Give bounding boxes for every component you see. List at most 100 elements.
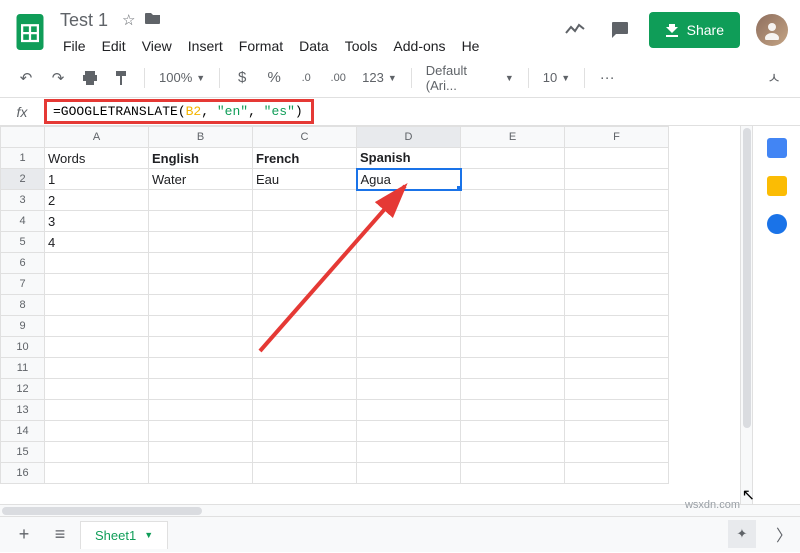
cell[interactable] xyxy=(45,316,149,337)
more-toolbar-icon[interactable]: ··· xyxy=(593,64,621,92)
cell[interactable] xyxy=(357,232,461,253)
cell[interactable] xyxy=(461,190,565,211)
formula-input[interactable]: =GOOGLETRANSLATE(B2, "en", "es") xyxy=(44,99,314,124)
row-header[interactable]: 1 xyxy=(1,148,45,169)
cell[interactable]: 3 xyxy=(45,211,149,232)
cell[interactable] xyxy=(149,190,253,211)
row-header[interactable]: 12 xyxy=(1,379,45,400)
row-header[interactable]: 4 xyxy=(1,211,45,232)
cell[interactable] xyxy=(357,358,461,379)
increase-decimal-button[interactable]: .00 xyxy=(324,64,352,92)
menu-edit[interactable]: Edit xyxy=(95,34,133,58)
cell[interactable] xyxy=(149,211,253,232)
cell[interactable] xyxy=(45,358,149,379)
redo-icon[interactable]: ↷ xyxy=(44,64,72,92)
cell[interactable] xyxy=(461,337,565,358)
row-header[interactable]: 9 xyxy=(1,316,45,337)
fontsize-dropdown[interactable]: 10▼ xyxy=(537,68,576,87)
activity-icon[interactable] xyxy=(561,16,589,44)
cell[interactable] xyxy=(253,463,357,484)
cell[interactable] xyxy=(253,400,357,421)
cell[interactable] xyxy=(253,421,357,442)
collapse-toolbar-icon[interactable]: ㅅ xyxy=(760,64,788,92)
cell[interactable] xyxy=(149,295,253,316)
cell[interactable] xyxy=(357,379,461,400)
tasks-addon-icon[interactable] xyxy=(767,214,787,234)
cell[interactable] xyxy=(253,232,357,253)
cell[interactable] xyxy=(565,148,669,169)
row-header[interactable]: 8 xyxy=(1,295,45,316)
add-sheet-button[interactable]: + xyxy=(8,521,40,549)
explore-button[interactable]: ✦ xyxy=(728,520,756,548)
paint-format-icon[interactable] xyxy=(108,64,136,92)
cell[interactable] xyxy=(253,211,357,232)
cell[interactable] xyxy=(149,463,253,484)
print-icon[interactable] xyxy=(76,64,104,92)
col-header-F[interactable]: F xyxy=(565,127,669,148)
cell[interactable] xyxy=(357,190,461,211)
menu-view[interactable]: View xyxy=(135,34,179,58)
cell[interactable] xyxy=(461,232,565,253)
cell[interactable] xyxy=(357,400,461,421)
menu-help[interactable]: He xyxy=(455,34,487,58)
cell[interactable]: Words xyxy=(45,148,149,169)
sidepanel-toggle-icon[interactable]: 〉 xyxy=(776,522,792,546)
percent-button[interactable]: % xyxy=(260,64,288,92)
spreadsheet-grid[interactable]: A B C D E F 1WordsEnglishFrenchSpanish 2… xyxy=(0,126,740,504)
cell[interactable] xyxy=(149,316,253,337)
cell[interactable]: English xyxy=(149,148,253,169)
cell[interactable] xyxy=(45,442,149,463)
col-header-E[interactable]: E xyxy=(461,127,565,148)
cell[interactable] xyxy=(461,400,565,421)
cell[interactable] xyxy=(461,274,565,295)
row-header[interactable]: 13 xyxy=(1,400,45,421)
cell[interactable] xyxy=(565,421,669,442)
menu-tools[interactable]: Tools xyxy=(338,34,385,58)
row-header[interactable]: 5 xyxy=(1,232,45,253)
col-header-C[interactable]: C xyxy=(253,127,357,148)
cell[interactable] xyxy=(45,379,149,400)
cell[interactable] xyxy=(461,442,565,463)
all-sheets-button[interactable]: ≡ xyxy=(44,521,76,549)
cell[interactable] xyxy=(357,421,461,442)
sheet-tab-menu-icon[interactable]: ▼ xyxy=(144,530,153,540)
cell[interactable] xyxy=(357,253,461,274)
row-header[interactable]: 16 xyxy=(1,463,45,484)
cell[interactable] xyxy=(565,295,669,316)
row-header[interactable]: 14 xyxy=(1,421,45,442)
cell[interactable] xyxy=(357,337,461,358)
cell[interactable] xyxy=(461,169,565,190)
fx-icon[interactable]: fx xyxy=(0,104,44,120)
currency-button[interactable]: $ xyxy=(228,64,256,92)
sheets-logo[interactable] xyxy=(12,8,48,56)
cell[interactable] xyxy=(357,316,461,337)
keep-addon-icon[interactable] xyxy=(767,176,787,196)
menu-data[interactable]: Data xyxy=(292,34,336,58)
calendar-addon-icon[interactable] xyxy=(767,138,787,158)
cell[interactable]: Spanish xyxy=(357,148,461,169)
cell[interactable] xyxy=(565,274,669,295)
vertical-scrollbar[interactable] xyxy=(740,126,752,504)
row-header[interactable]: 15 xyxy=(1,442,45,463)
select-all-corner[interactable] xyxy=(1,127,45,148)
cell[interactable] xyxy=(45,295,149,316)
undo-icon[interactable]: ↶ xyxy=(12,64,40,92)
cell[interactable] xyxy=(461,316,565,337)
cell[interactable] xyxy=(565,316,669,337)
cell[interactable]: Eau xyxy=(253,169,357,190)
cell[interactable]: 2 xyxy=(45,190,149,211)
decrease-decimal-button[interactable]: .0 xyxy=(292,64,320,92)
col-header-D[interactable]: D xyxy=(357,127,461,148)
cell[interactable] xyxy=(45,421,149,442)
account-avatar[interactable] xyxy=(756,14,788,46)
cell[interactable]: 4 xyxy=(45,232,149,253)
cell[interactable] xyxy=(357,274,461,295)
cell[interactable] xyxy=(565,400,669,421)
cell[interactable] xyxy=(565,253,669,274)
cell[interactable] xyxy=(45,337,149,358)
cell[interactable] xyxy=(253,253,357,274)
number-format-dropdown[interactable]: 123▼ xyxy=(356,68,403,87)
menu-insert[interactable]: Insert xyxy=(181,34,230,58)
cell[interactable] xyxy=(45,253,149,274)
col-header-B[interactable]: B xyxy=(149,127,253,148)
